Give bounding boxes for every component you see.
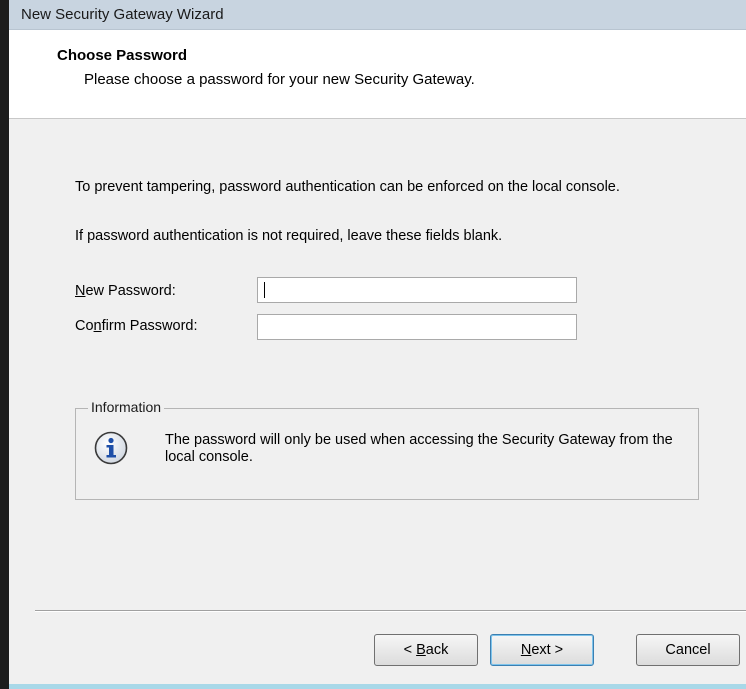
info-icon (94, 431, 128, 465)
information-group: Information The password will only be us… (75, 399, 699, 500)
confirm-password-label: Confirm Password: (75, 318, 198, 334)
new-password-label: New Password: (75, 283, 176, 299)
cancel-button[interactable]: Cancel (636, 634, 740, 666)
confirm-password-label-text: firm Password: (101, 318, 198, 334)
window-title: New Security Gateway Wizard (21, 6, 224, 23)
window-bottom-edge (9, 684, 746, 689)
back-button-mnemonic: B (416, 642, 426, 658)
next-button-label: ext > (531, 642, 564, 658)
blank-fields-hint: If password authentication is not requir… (75, 228, 503, 244)
window-left-border (0, 0, 9, 689)
confirm-password-mnemonic: n (93, 318, 102, 334)
page-title: Choose Password (57, 47, 188, 64)
back-button[interactable]: < Back (374, 634, 478, 666)
new-password-mnemonic: N (75, 283, 86, 299)
title-bar[interactable]: New Security Gateway Wizard (9, 0, 746, 30)
tamper-description: To prevent tampering, password authentic… (75, 179, 620, 195)
page-subtitle: Please choose a password for your new Se… (84, 71, 475, 88)
wizard-header: Choose Password Please choose a password… (9, 30, 746, 119)
text-caret (264, 282, 265, 298)
information-legend: Information (88, 399, 165, 415)
confirm-password-input[interactable] (257, 314, 577, 340)
confirm-password-label-prefix: Co (75, 318, 94, 334)
next-button-mnemonic: N (520, 642, 532, 658)
new-password-label-text: ew Password: (85, 283, 176, 299)
back-button-label: ack (425, 642, 449, 658)
next-button[interactable]: Next > (490, 634, 594, 666)
footer-separator (35, 610, 746, 612)
wizard-window: New Security Gateway Wizard Choose Passw… (0, 0, 746, 689)
information-message: The password will only be used when acce… (165, 432, 673, 465)
new-password-input[interactable] (257, 277, 577, 303)
back-button-prefix: < (403, 642, 417, 658)
